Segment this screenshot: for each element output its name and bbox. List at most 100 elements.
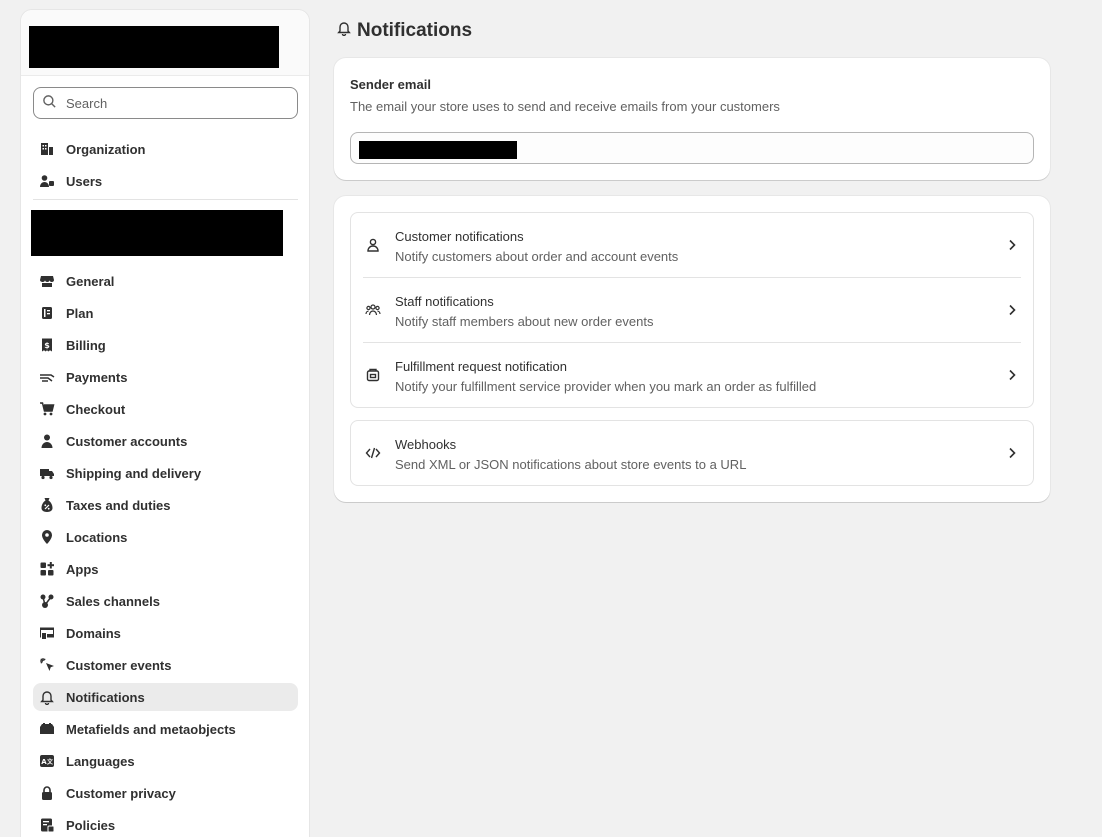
page-title: Notifications [336,20,472,42]
sidebar-item-languages[interactable]: A文 Languages [33,747,298,775]
sender-email-description: The email your store uses to send and re… [350,99,780,114]
sidebar-item-locations[interactable]: Locations [33,523,298,551]
plan-icon [39,305,55,321]
sidebar-item-metafields[interactable]: Metafields and metaobjects [33,715,298,743]
sidebar-item-label: Policies [66,817,116,833]
sidebar-item-customer-events[interactable]: Customer events [33,651,298,679]
row-description: Notify staff members about new order eve… [395,314,654,329]
users-icon [39,173,55,189]
sidebar-item-label: Organization [66,141,146,157]
sidebar-item-label: Payments [66,369,128,385]
sidebar-item-shipping[interactable]: Shipping and delivery [33,459,298,487]
sidebar-item-general[interactable]: General [33,267,298,295]
sidebar-item-label: Sales channels [66,593,160,609]
sidebar-item-label: Users [66,173,103,189]
row-title: Customer notifications [395,229,524,244]
fulfillment-icon [365,367,381,383]
cursor-click-icon [39,657,55,673]
settings-sidebar: Search Organization Users General Plan $… [20,9,310,837]
sidebar-item-label: Plan [66,305,94,321]
cart-icon [39,401,55,417]
apps-icon [39,561,55,577]
webhooks-row[interactable]: Webhooks Send XML or JSON notifications … [351,421,1033,486]
bell-icon [39,689,55,705]
sidebar-item-label: Customer events [66,657,172,673]
sidebar-item-organization[interactable]: Organization [33,135,298,163]
search-placeholder: Search [66,95,108,111]
store-icon [39,273,55,289]
sender-email-title: Sender email [350,77,431,92]
sidebar-item-notifications[interactable]: Notifications [33,683,298,711]
store-header [21,10,309,76]
webhooks-list: Webhooks Send XML or JSON notifications … [350,420,1034,486]
sidebar-item-sales-channels[interactable]: Sales channels [33,587,298,615]
fulfillment-request-row[interactable]: Fulfillment request notification Notify … [351,343,1033,408]
domains-icon [39,625,55,641]
truck-icon [39,465,55,481]
sidebar-item-domains[interactable]: Domains [33,619,298,647]
policies-icon [39,817,55,833]
code-icon [365,445,381,461]
person-outline-icon [365,237,381,253]
lock-icon [39,785,55,801]
sidebar-item-label: Billing [66,337,106,353]
sidebar-item-label: Customer accounts [66,433,188,449]
sidebar-item-label: Languages [66,753,135,769]
svg-text:$: $ [44,341,50,350]
sidebar-item-label: Locations [66,529,128,545]
sidebar-item-billing[interactable]: $ Billing [33,331,298,359]
sidebar-item-policies[interactable]: Policies [33,811,298,837]
staff-notifications-row[interactable]: Staff notifications Notify staff members… [351,278,1033,343]
notification-list: Customer notifications Notify customers … [350,212,1034,408]
sidebar-item-label: Domains [66,625,121,641]
sidebar-item-label: Customer privacy [66,785,176,801]
sidebar-item-customer-privacy[interactable]: Customer privacy [33,779,298,807]
sidebar-item-label: Metafields and metaobjects [66,721,236,737]
notifications-card: Customer notifications Notify customers … [334,196,1050,502]
row-description: Notify customers about order and account… [395,249,679,264]
sidebar-item-customer-accounts[interactable]: Customer accounts [33,427,298,455]
search-icon [42,94,57,112]
redacted-email [359,141,517,159]
sidebar-item-plan[interactable]: Plan [33,299,298,327]
sender-email-field[interactable] [350,132,1034,164]
sidebar-item-payments[interactable]: Payments [33,363,298,391]
svg-text:文: 文 [46,758,54,766]
chevron-right-icon [1005,238,1019,252]
sidebar-item-users[interactable]: Users [33,167,298,195]
tax-icon [39,497,55,513]
payments-icon [39,369,55,385]
sidebar-item-label: Checkout [66,401,126,417]
row-description: Notify your fulfillment service provider… [395,379,817,394]
row-title: Webhooks [395,437,457,452]
search-input[interactable]: Search [33,87,298,119]
chevron-right-icon [1005,368,1019,382]
sidebar-item-taxes[interactable]: Taxes and duties [33,491,298,519]
row-description: Send XML or JSON notifications about sto… [395,457,747,472]
bell-icon [336,20,352,42]
language-icon: A文 [39,753,55,769]
sidebar-item-label: Taxes and duties [66,497,171,513]
metafields-icon [39,721,55,737]
page-title-text: Notifications [357,20,473,41]
sidebar-item-label: Notifications [66,689,145,705]
sender-email-card: Sender email The email your store uses t… [334,58,1050,180]
sidebar-divider [33,199,298,200]
redacted-store-section [31,210,283,256]
person-icon [39,433,55,449]
sidebar-item-checkout[interactable]: Checkout [33,395,298,423]
customer-notifications-row[interactable]: Customer notifications Notify customers … [351,213,1033,278]
sidebar-item-label: General [66,273,115,289]
sidebar-item-label: Apps [66,561,99,577]
sidebar-item-apps[interactable]: Apps [33,555,298,583]
row-title: Fulfillment request notification [395,359,567,374]
sales-channels-icon [39,593,55,609]
sidebar-item-label: Shipping and delivery [66,465,202,481]
chevron-right-icon [1005,303,1019,317]
organization-icon [39,141,55,157]
location-pin-icon [39,529,55,545]
billing-icon: $ [39,337,55,353]
team-icon [365,302,381,318]
row-title: Staff notifications [395,294,494,309]
chevron-right-icon [1005,446,1019,460]
